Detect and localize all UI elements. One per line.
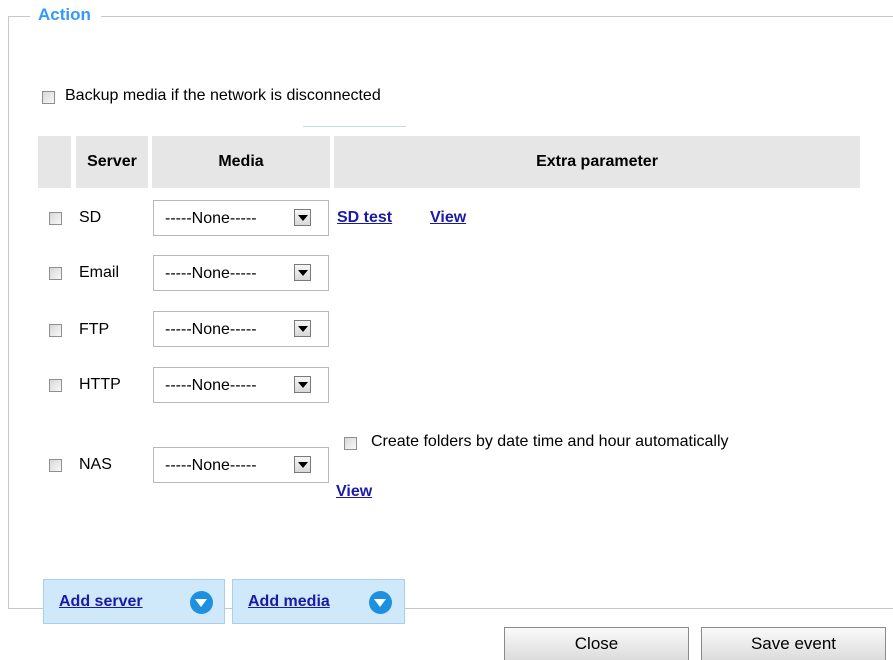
sd-view-link[interactable]: View <box>430 208 466 228</box>
add-server-button[interactable]: Add server <box>43 579 225 624</box>
sd-test-link[interactable]: SD test <box>337 208 392 228</box>
chevron-down-icon <box>294 456 311 473</box>
nas-media-select[interactable]: -----None----- <box>153 447 329 483</box>
header-media: Media <box>152 136 330 188</box>
ftp-server-label: FTP <box>79 321 110 338</box>
divider <box>303 126 406 127</box>
sd-media-select[interactable]: -----None----- <box>153 200 329 236</box>
backup-checkbox[interactable] <box>42 91 55 104</box>
header-server: Server <box>76 136 148 188</box>
nas-server-label: NAS <box>79 456 112 473</box>
add-media-button[interactable]: Add media <box>232 579 405 624</box>
http-media-select[interactable]: -----None----- <box>153 367 329 403</box>
chevron-down-icon <box>294 376 311 393</box>
ftp-media-value: -----None----- <box>165 321 257 338</box>
sd-checkbox[interactable] <box>49 212 62 225</box>
close-button[interactable]: Close <box>504 627 689 660</box>
sd-server-label: SD <box>79 209 102 226</box>
backup-label: Backup media if the network is disconnec… <box>65 87 381 104</box>
email-media-value: -----None----- <box>165 265 257 282</box>
nas-checkbox[interactable] <box>49 459 62 472</box>
save-event-button[interactable]: Save event <box>701 627 886 660</box>
email-server-label: Email <box>79 264 120 281</box>
http-server-label: HTTP <box>79 376 121 393</box>
chevron-down-icon <box>294 264 311 281</box>
chevron-down-circle-icon <box>369 591 392 614</box>
http-media-value: -----None----- <box>165 377 257 394</box>
sd-media-value: -----None----- <box>165 210 257 227</box>
add-server-label: Add server <box>59 593 143 610</box>
nas-media-value: -----None----- <box>165 457 257 474</box>
header-extra-parameter: Extra parameter <box>334 136 860 188</box>
section-title: Action <box>30 5 101 25</box>
chevron-down-icon <box>294 320 311 337</box>
header-checkbox-column <box>38 136 71 188</box>
chevron-down-circle-icon <box>190 591 213 614</box>
http-checkbox[interactable] <box>49 379 62 392</box>
nas-view-link[interactable]: View <box>336 482 372 502</box>
ftp-checkbox[interactable] <box>49 324 62 337</box>
ftp-media-select[interactable]: -----None----- <box>153 311 329 347</box>
email-checkbox[interactable] <box>49 267 62 280</box>
add-media-label: Add media <box>248 593 330 610</box>
email-media-select[interactable]: -----None----- <box>153 255 329 291</box>
chevron-down-icon <box>294 209 311 226</box>
create-folders-checkbox[interactable] <box>344 437 357 450</box>
create-folders-label: Create folders by date time and hour aut… <box>371 433 729 450</box>
